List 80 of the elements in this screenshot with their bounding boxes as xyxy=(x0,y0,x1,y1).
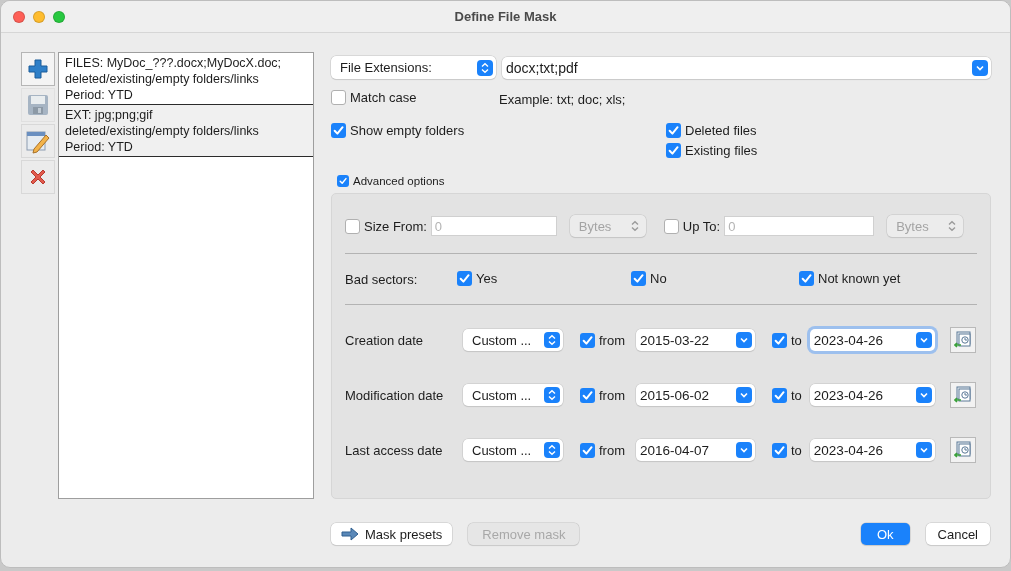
date-to-label: to xyxy=(791,387,802,403)
calendar-clock-icon xyxy=(953,386,972,404)
bad-sector-option-checkbox[interactable] xyxy=(799,271,814,286)
date-from-field[interactable]: 2015-06-02 xyxy=(636,384,755,406)
date-preset-select[interactable]: Custom ... xyxy=(463,439,563,461)
window-title: Define File Mask xyxy=(454,9,557,24)
date-to-checkbox[interactable] xyxy=(772,332,787,348)
file-state-label: Existing files xyxy=(685,143,758,158)
date-history-button[interactable] xyxy=(949,382,976,408)
cross-button[interactable] xyxy=(21,160,55,194)
zoom-button[interactable] xyxy=(53,10,65,23)
date-from-label: from xyxy=(599,332,625,348)
date-preset-select[interactable]: Custom ... xyxy=(463,384,563,406)
date-history-button[interactable] xyxy=(949,437,976,463)
size-from-checkbox[interactable] xyxy=(345,218,360,234)
stepper-icon xyxy=(544,442,560,458)
file-state-label: Deleted files xyxy=(685,123,757,138)
dialog-button[interactable]: Ok xyxy=(860,523,910,545)
date-to-field[interactable]: 2023-04-26 xyxy=(809,439,935,461)
date-from-checkbox[interactable] xyxy=(580,387,595,403)
calendar-clock-icon xyxy=(953,441,972,459)
show-empty-folders-label: Show empty folders xyxy=(350,123,465,138)
chevron-down-icon xyxy=(915,442,932,458)
date-label: Modification date xyxy=(345,387,445,403)
date-preset-select[interactable]: Custom ... xyxy=(463,329,563,351)
extensions-combo-box[interactable]: docx;txt;pdf xyxy=(502,56,991,79)
bad-sector-option-label: Yes xyxy=(476,271,498,286)
date-to-label: to xyxy=(791,442,802,458)
chevron-down-icon xyxy=(736,442,752,458)
chevron-down-icon xyxy=(736,332,752,348)
match-case-label: Match case xyxy=(350,90,417,105)
bad-sectors-label: Bad sectors: xyxy=(345,271,419,287)
advanced-options-label: Advanced options xyxy=(353,175,445,187)
size-to-checkbox[interactable] xyxy=(663,218,679,234)
date-to-label: to xyxy=(791,332,802,348)
cross-icon xyxy=(28,167,48,187)
stepper-icon xyxy=(544,332,560,348)
minimize-button[interactable] xyxy=(33,10,45,23)
date-label: Creation date xyxy=(345,332,425,348)
date-from-checkbox[interactable] xyxy=(580,442,595,458)
date-from-label: from xyxy=(599,442,625,458)
date-from-field[interactable]: 2016-04-07 xyxy=(636,439,755,461)
chevron-down-icon xyxy=(972,59,988,76)
bad-sector-option-checkbox[interactable] xyxy=(631,271,646,286)
mask-button[interactable]: Mask presets xyxy=(331,523,453,545)
file-state-checkbox[interactable] xyxy=(666,143,681,158)
close-button[interactable] xyxy=(13,10,25,23)
advanced-options-checkbox[interactable] xyxy=(337,175,349,187)
date-from-field[interactable]: 2015-03-22 xyxy=(636,329,755,351)
plus-button[interactable] xyxy=(21,52,55,86)
stepper-icon xyxy=(477,59,493,76)
pencil-edit-button[interactable] xyxy=(21,124,55,158)
stepper-icon xyxy=(544,387,560,403)
filter-type-select[interactable]: File Extensions: xyxy=(331,56,496,79)
date-to-checkbox[interactable] xyxy=(772,387,787,403)
calendar-clock-icon xyxy=(953,331,972,349)
chevron-down-icon xyxy=(915,387,932,403)
date-from-checkbox[interactable] xyxy=(580,332,595,348)
date-history-button[interactable] xyxy=(949,327,976,353)
date-to-checkbox[interactable] xyxy=(772,442,787,458)
mask-item[interactable]: EXT: jpg;png;gif deleted/existing/empty folders/links Period: YTD xyxy=(59,105,313,157)
chevron-down-icon xyxy=(915,332,932,348)
plus-icon xyxy=(27,58,49,80)
bad-sector-option-label: Not known yet xyxy=(818,271,901,286)
example-text: Example: txt; doc; xls; xyxy=(499,91,626,107)
chevron-down-icon xyxy=(736,387,752,403)
match-case-checkbox[interactable] xyxy=(331,90,346,105)
show-empty-folders-checkbox[interactable] xyxy=(331,123,346,138)
pencil-edit-icon xyxy=(25,128,51,154)
date-to-field[interactable]: 2023-04-26 xyxy=(809,329,935,351)
arrow-right-icon xyxy=(341,527,359,541)
size-from-label: Size From: xyxy=(364,218,427,234)
bad-sector-option-label: No xyxy=(650,271,667,286)
bad-sector-option-checkbox[interactable] xyxy=(457,271,472,286)
date-to-field[interactable]: 2023-04-26 xyxy=(809,384,935,406)
dialog-button[interactable]: Cancel xyxy=(925,523,990,545)
date-label: Last access date xyxy=(345,442,444,458)
file-state-checkbox[interactable] xyxy=(666,123,681,138)
size-to-label: Up To: xyxy=(682,218,721,234)
date-from-label: from xyxy=(599,387,625,403)
